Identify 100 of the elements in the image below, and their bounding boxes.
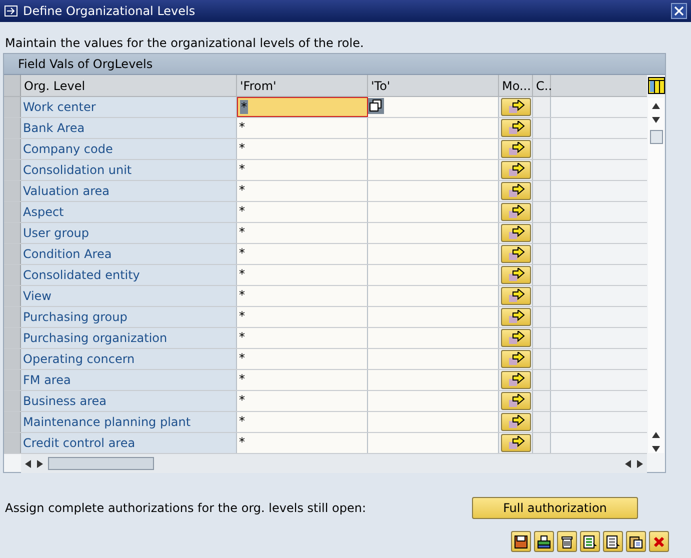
move-button[interactable] xyxy=(500,182,530,200)
from-cell[interactable]: * xyxy=(237,97,368,117)
from-value[interactable]: * xyxy=(239,120,245,134)
select-all-button[interactable] xyxy=(580,531,600,552)
to-cell[interactable] xyxy=(368,370,499,390)
from-cell[interactable]: * xyxy=(237,307,368,327)
to-cell[interactable] xyxy=(368,244,499,264)
move-button[interactable] xyxy=(500,203,530,221)
move-button[interactable] xyxy=(500,245,530,263)
from-cell[interactable]: * xyxy=(237,244,368,264)
move-button[interactable] xyxy=(500,308,530,326)
to-cell[interactable] xyxy=(368,265,499,285)
scroll-thumb[interactable] xyxy=(650,130,663,144)
scroll-right-icon[interactable] xyxy=(36,460,44,468)
scroll-left-icon[interactable] xyxy=(24,460,32,468)
from-value[interactable]: * xyxy=(239,162,245,176)
scroll-right-icon[interactable] xyxy=(636,460,644,468)
value-help-icon[interactable] xyxy=(368,98,384,114)
scroll-left-icon[interactable] xyxy=(624,460,632,468)
move-button[interactable] xyxy=(500,329,530,347)
move-button[interactable] xyxy=(500,434,530,452)
scroll-down-icon[interactable] xyxy=(652,445,660,453)
row-selector[interactable] xyxy=(4,97,21,117)
move-button[interactable] xyxy=(500,224,530,242)
row-selector[interactable] xyxy=(4,160,21,180)
deselect-all-button[interactable] xyxy=(603,531,623,552)
from-cell[interactable]: * xyxy=(237,139,368,159)
delete-button[interactable] xyxy=(557,531,577,552)
from-value[interactable]: * xyxy=(240,100,248,114)
column-header[interactable]: 'From' xyxy=(237,75,368,96)
from-cell[interactable]: * xyxy=(237,328,368,348)
to-cell[interactable] xyxy=(368,223,499,243)
row-selector[interactable] xyxy=(4,118,21,138)
from-cell[interactable]: * xyxy=(237,286,368,306)
move-button[interactable] xyxy=(500,119,530,137)
to-cell[interactable] xyxy=(368,181,499,201)
row-selector[interactable] xyxy=(4,391,21,411)
print-button[interactable] xyxy=(534,531,554,552)
to-cell[interactable] xyxy=(368,412,499,432)
scroll-up-icon[interactable] xyxy=(652,431,660,439)
from-value[interactable]: * xyxy=(239,330,245,344)
from-value[interactable]: * xyxy=(239,372,245,386)
to-cell[interactable] xyxy=(368,433,499,453)
from-cell[interactable]: * xyxy=(237,370,368,390)
to-cell[interactable] xyxy=(368,286,499,306)
from-cell[interactable]: * xyxy=(237,118,368,138)
from-value[interactable]: * xyxy=(239,351,245,365)
to-cell[interactable] xyxy=(368,328,499,348)
row-selector-header[interactable] xyxy=(4,75,21,96)
row-selector[interactable] xyxy=(4,433,21,453)
horizontal-scrollbar[interactable] xyxy=(21,454,648,473)
row-selector[interactable] xyxy=(4,370,21,390)
full-authorization-button[interactable]: Full authorization xyxy=(472,497,638,519)
move-button[interactable] xyxy=(500,98,530,116)
close-button[interactable] xyxy=(671,3,687,19)
to-cell[interactable] xyxy=(368,160,499,180)
cancel-button[interactable] xyxy=(649,531,669,552)
paste-button[interactable] xyxy=(626,531,646,552)
from-cell[interactable]: * xyxy=(237,391,368,411)
to-cell[interactable] xyxy=(368,118,499,138)
vertical-scrollbar[interactable] xyxy=(648,98,664,453)
row-selector[interactable] xyxy=(4,244,21,264)
to-cell[interactable] xyxy=(368,97,499,117)
move-button[interactable] xyxy=(500,413,530,431)
row-selector[interactable] xyxy=(4,328,21,348)
save-button[interactable] xyxy=(511,531,531,552)
from-value[interactable]: * xyxy=(239,393,245,407)
column-header[interactable]: Org. Level xyxy=(21,75,237,96)
scroll-thumb[interactable] xyxy=(48,457,154,470)
move-button[interactable] xyxy=(500,287,530,305)
from-value[interactable]: * xyxy=(239,267,245,281)
from-value[interactable]: * xyxy=(239,246,245,260)
row-selector[interactable] xyxy=(4,202,21,222)
to-cell[interactable] xyxy=(368,202,499,222)
to-cell[interactable] xyxy=(368,349,499,369)
from-cell[interactable]: * xyxy=(237,349,368,369)
from-cell[interactable]: * xyxy=(237,160,368,180)
from-value[interactable]: * xyxy=(239,435,245,449)
move-button[interactable] xyxy=(500,350,530,368)
column-layout-icon[interactable] xyxy=(648,77,665,94)
to-cell[interactable] xyxy=(368,307,499,327)
row-selector[interactable] xyxy=(4,349,21,369)
move-button[interactable] xyxy=(500,266,530,284)
from-value[interactable]: * xyxy=(239,414,245,428)
scroll-up-icon[interactable] xyxy=(652,102,660,110)
move-button[interactable] xyxy=(500,161,530,179)
from-value[interactable]: * xyxy=(239,204,245,218)
from-value[interactable]: * xyxy=(239,225,245,239)
column-header[interactable]: C.. xyxy=(533,75,551,96)
row-selector[interactable] xyxy=(4,412,21,432)
from-cell[interactable]: * xyxy=(237,223,368,243)
from-value[interactable]: * xyxy=(239,309,245,323)
row-selector[interactable] xyxy=(4,307,21,327)
move-button[interactable] xyxy=(500,371,530,389)
row-selector[interactable] xyxy=(4,223,21,243)
from-value[interactable]: * xyxy=(239,141,245,155)
row-selector[interactable] xyxy=(4,181,21,201)
from-cell[interactable]: * xyxy=(237,202,368,222)
from-cell[interactable]: * xyxy=(237,433,368,453)
scroll-down-icon[interactable] xyxy=(652,116,660,124)
